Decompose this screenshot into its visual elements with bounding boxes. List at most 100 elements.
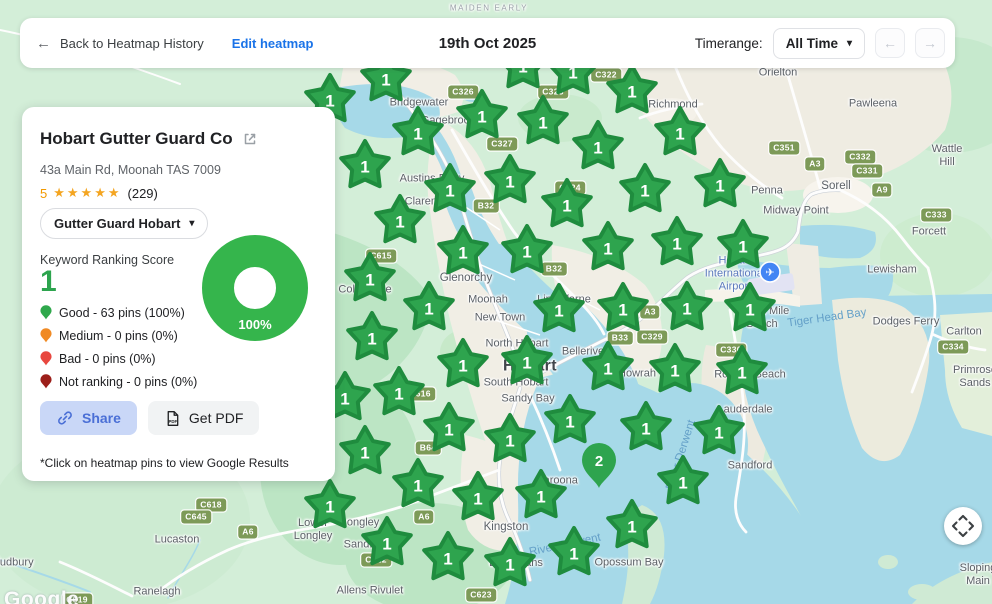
back-button[interactable]: ← Back to Heatmap History: [36, 35, 204, 52]
svg-text:1: 1: [394, 385, 403, 404]
heatmap-pin[interactable]: 1: [545, 524, 603, 582]
heatmap-pin[interactable]: 1: [434, 336, 492, 394]
heatmap-screen: MAIDEN EARLYBridgewaterGagebrookAustins …: [0, 0, 992, 604]
svg-text:2: 2: [595, 453, 603, 470]
heatmap-pin[interactable]: 1: [449, 469, 507, 527]
svg-text:1: 1: [618, 301, 627, 320]
heatmap-pin[interactable]: 1: [648, 214, 706, 272]
timerange-label: Timerange:: [695, 36, 763, 51]
heatmap-pin[interactable]: 1: [301, 477, 359, 535]
svg-text:1: 1: [445, 182, 454, 201]
timerange-controls: Timerange: All Time ▾ ← →: [695, 28, 945, 59]
heatmap-pin[interactable]: 1: [419, 529, 477, 587]
svg-text:1: 1: [340, 390, 349, 409]
heatmap-pin[interactable]: 1: [721, 280, 779, 338]
heatmap-pin[interactable]: 1: [603, 497, 661, 555]
heatmap-pin[interactable]: 1: [434, 223, 492, 281]
svg-text:1: 1: [714, 424, 723, 443]
svg-text:1: 1: [682, 300, 691, 319]
heatmap-pin[interactable]: 1: [498, 333, 556, 391]
timerange-select[interactable]: All Time ▾: [773, 28, 865, 59]
heatmap-pin[interactable]: 1: [514, 93, 572, 151]
heatmap-pin[interactable]: 1: [358, 514, 416, 572]
edit-heatmap-link[interactable]: Edit heatmap: [232, 36, 314, 51]
heatmap-pin[interactable]: 1: [579, 339, 637, 397]
svg-text:1: 1: [603, 360, 612, 379]
svg-text:1: 1: [603, 240, 612, 259]
heatmap-pin[interactable]: 1: [481, 152, 539, 210]
svg-text:1: 1: [424, 300, 433, 319]
google-logo: Google: [4, 588, 79, 604]
svg-text:1: 1: [367, 330, 376, 349]
heatmap-pin[interactable]: 1: [616, 161, 674, 219]
heatmap-pin[interactable]: 1: [371, 192, 429, 250]
svg-text:1: 1: [569, 545, 578, 564]
heatmap-pin[interactable]: 1: [658, 279, 716, 337]
next-date-button[interactable]: →: [915, 28, 945, 58]
legend-item-medium: Medium - 0 pins (0%): [40, 328, 197, 344]
score-value: 1: [40, 265, 57, 299]
legend-item-not-ranking: Not ranking - 0 pins (0%): [40, 374, 197, 390]
score-donut-chart: 100%: [202, 235, 308, 341]
heatmap-pin[interactable]: 1: [498, 222, 556, 280]
svg-text:1: 1: [562, 197, 571, 216]
svg-text:1: 1: [565, 413, 574, 432]
heatmap-pin[interactable]: 1: [400, 279, 458, 337]
svg-text:1: 1: [505, 556, 514, 575]
heatmap-pin[interactable]: 1: [481, 411, 539, 469]
svg-text:1: 1: [505, 173, 514, 192]
heatmap-pin[interactable]: 1: [651, 104, 709, 162]
heatmap-pin[interactable]: 1: [579, 219, 637, 277]
heatmap-pin[interactable]: 1: [453, 87, 511, 145]
svg-text:1: 1: [382, 535, 391, 554]
svg-text:1: 1: [473, 490, 482, 509]
heatmap-pin[interactable]: 1: [646, 341, 704, 399]
heatmap-pin[interactable]: 1: [389, 104, 447, 162]
heatmap-pin[interactable]: 1: [336, 137, 394, 195]
rating-value: 5: [40, 186, 47, 201]
timerange-value: All Time: [786, 36, 838, 51]
heatmap-pin[interactable]: 1: [421, 161, 479, 219]
legend-item-bad: Bad - 0 pins (0%): [40, 351, 197, 367]
heatmap-pin[interactable]: 1: [336, 423, 394, 481]
svg-text:1: 1: [538, 114, 547, 133]
pin-icon: [40, 328, 52, 344]
chevron-down-icon: ▾: [847, 38, 852, 49]
heatmap-pin[interactable]: 1: [512, 467, 570, 525]
svg-text:1: 1: [395, 213, 404, 232]
pan-control-button[interactable]: [944, 507, 982, 545]
svg-text:1: 1: [670, 362, 679, 381]
heatmap-pin[interactable]: 1: [654, 453, 712, 511]
get-pdf-button[interactable]: PDF Get PDF: [148, 401, 259, 435]
keyword-selector[interactable]: Gutter Guard Hobart ▾: [40, 208, 208, 239]
svg-text:1: 1: [745, 301, 754, 320]
heatmap-pin[interactable]: 1: [481, 535, 539, 593]
external-link-icon[interactable]: [242, 131, 258, 147]
chevron-down-icon: ▾: [189, 218, 194, 229]
svg-text:1: 1: [522, 354, 531, 373]
svg-text:1: 1: [672, 235, 681, 254]
prev-date-button[interactable]: ←: [875, 28, 905, 58]
rating-row: 5 ★★★★★ (229): [40, 185, 158, 201]
heatmap-pin[interactable]: 1: [617, 399, 675, 457]
heatmap-pin-cluster[interactable]: 2: [577, 440, 621, 492]
heatmap-pin[interactable]: 1: [341, 250, 399, 308]
heatmap-pin[interactable]: 1: [714, 217, 772, 275]
heatmap-pin[interactable]: 1: [420, 400, 478, 458]
top-bar: ← Back to Heatmap History Edit heatmap 1…: [20, 18, 955, 68]
heatmap-pin[interactable]: 1: [691, 156, 749, 214]
svg-text:1: 1: [627, 83, 636, 102]
panel-footnote: *Click on heatmap pins to view Google Re…: [40, 456, 289, 470]
legend-label: Not ranking - 0 pins (0%): [59, 376, 197, 389]
keyword-value: Gutter Guard Hobart: [54, 216, 180, 231]
heatmap-pin[interactable]: 1: [530, 281, 588, 339]
svg-text:1: 1: [444, 421, 453, 440]
heatmap-pin[interactable]: 1: [594, 280, 652, 338]
heatmap-pin[interactable]: 1: [343, 309, 401, 367]
heatmap-pin[interactable]: 1: [713, 343, 771, 401]
heatmap-pin[interactable]: 1: [389, 456, 447, 514]
share-button[interactable]: Share: [40, 401, 137, 435]
svg-text:1: 1: [554, 302, 563, 321]
svg-text:1: 1: [443, 550, 452, 569]
legend-label: Bad - 0 pins (0%): [59, 353, 156, 366]
